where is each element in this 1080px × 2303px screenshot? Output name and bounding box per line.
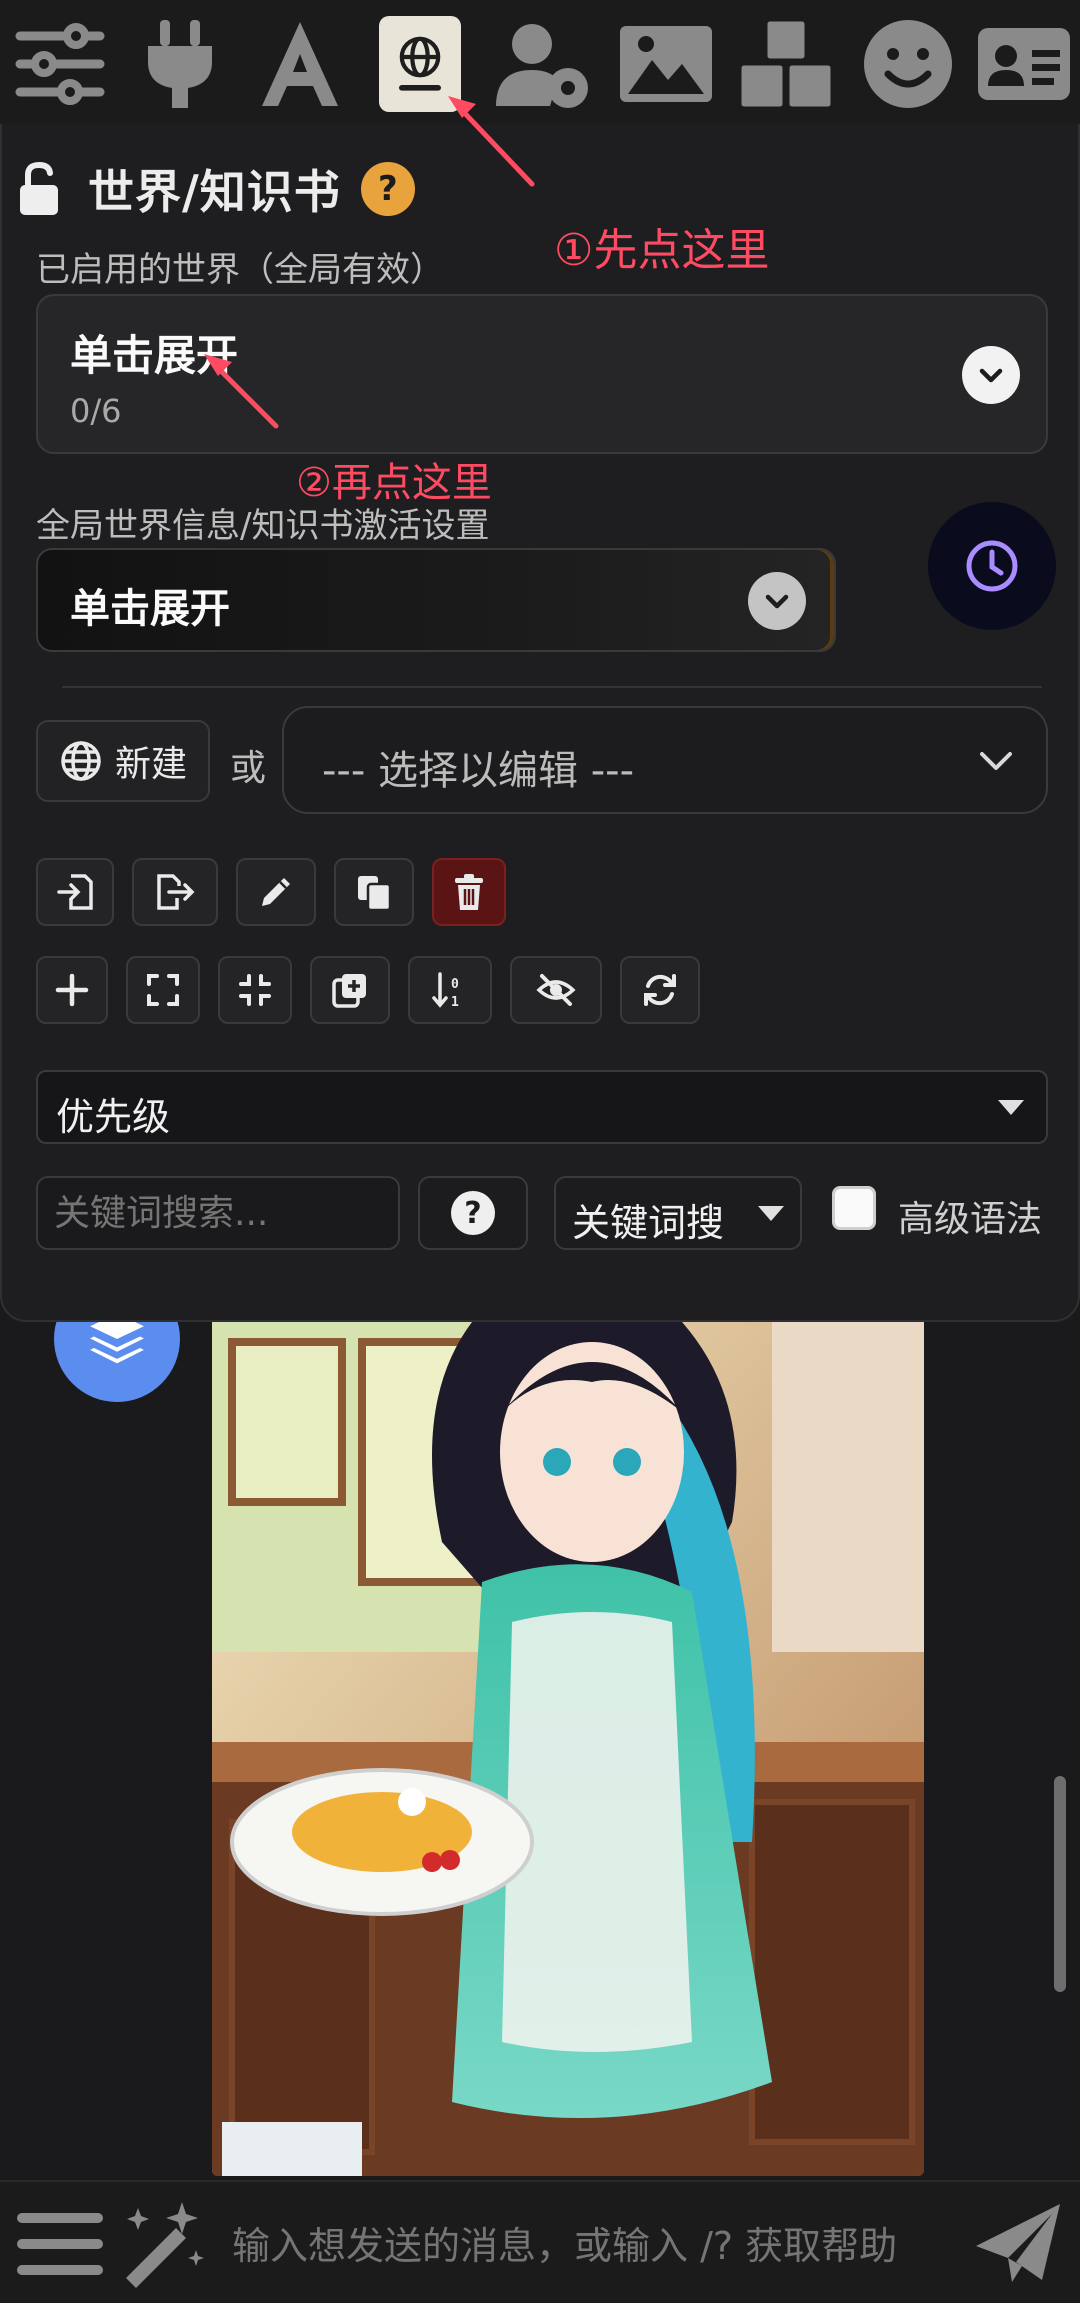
chevron-down-icon xyxy=(962,346,1020,404)
new-world-button[interactable]: 新建 xyxy=(36,720,210,802)
user-cog-icon[interactable] xyxy=(488,14,600,114)
svg-text:1: 1 xyxy=(451,995,459,1010)
compress-icon xyxy=(239,974,271,1006)
chevron-down-icon xyxy=(748,572,806,630)
book-globe-icon[interactable] xyxy=(364,14,476,114)
hide-button[interactable] xyxy=(510,956,602,1024)
cubes-icon[interactable] xyxy=(730,14,842,114)
sort-select-value: 优先级 xyxy=(56,1095,171,1139)
activation-settings-expander[interactable]: 单击展开 xyxy=(36,548,836,652)
image-icon[interactable] xyxy=(610,14,722,114)
search-help-button[interactable]: ? xyxy=(418,1176,528,1250)
annotation-step1: ①先点这里 xyxy=(554,225,770,276)
scrollbar-thumb[interactable] xyxy=(1054,1776,1066,1992)
font-icon[interactable] xyxy=(244,14,356,114)
activation-settings-toggle-text: 单击展开 xyxy=(70,586,230,632)
advanced-syntax-label: 高级语法 xyxy=(898,1199,1043,1240)
expand-all-button[interactable] xyxy=(126,956,200,1024)
magic-wand-icon[interactable] xyxy=(116,2198,208,2290)
active-worlds-expander[interactable]: 单击展开 0/6 xyxy=(36,294,1048,454)
plus-icon xyxy=(55,973,89,1007)
send-icon[interactable] xyxy=(972,2196,1064,2288)
world-select[interactable]: --- 选择以编辑 --- xyxy=(282,706,1048,814)
sort-order-button[interactable]: 01 xyxy=(408,956,492,1024)
collapse-all-button[interactable] xyxy=(218,956,292,1024)
export-icon xyxy=(157,874,195,910)
copy-icon xyxy=(358,876,392,912)
panel-title: 世界/知识书 xyxy=(88,165,341,219)
sliders-icon[interactable] xyxy=(4,14,116,114)
active-worlds-label: 已启用的世界（全局有效） xyxy=(36,250,444,290)
unlock-icon[interactable] xyxy=(16,161,62,217)
refresh-button[interactable] xyxy=(620,956,700,1024)
panel-header: 世界/知识书 ? xyxy=(16,154,415,224)
search-mode-value: 关键词搜 xyxy=(572,1201,725,1245)
or-text: 或 xyxy=(230,748,267,789)
import-icon xyxy=(57,874,93,910)
refresh-icon xyxy=(644,974,676,1006)
svg-text:0: 0 xyxy=(451,977,459,992)
add-entry-button[interactable] xyxy=(36,956,108,1024)
new-world-label: 新建 xyxy=(114,744,187,785)
timed-effects-button[interactable] xyxy=(928,502,1056,630)
chat-image[interactable] xyxy=(212,1322,924,2176)
import-button[interactable] xyxy=(36,858,114,926)
duplicate-button[interactable] xyxy=(334,858,414,926)
delete-button[interactable] xyxy=(432,858,506,926)
rename-button[interactable] xyxy=(236,858,316,926)
chevron-down-icon xyxy=(980,752,1012,770)
id-card-icon[interactable] xyxy=(968,14,1080,114)
menu-icon[interactable] xyxy=(14,2198,106,2290)
active-worlds-count: 0/6 xyxy=(70,392,122,430)
top-toolbar xyxy=(0,0,1080,124)
keyword-search-input[interactable] xyxy=(36,1176,400,1250)
trash-icon xyxy=(455,874,483,910)
advanced-syntax-checkbox[interactable] xyxy=(832,1186,876,1230)
sort-select[interactable]: 优先级 xyxy=(36,1070,1048,1144)
fill-memo-button[interactable] xyxy=(310,956,390,1024)
help-icon[interactable]: ? xyxy=(360,162,415,216)
annotation-step2: ②再点这里 xyxy=(296,460,492,506)
active-worlds-toggle-text: 单击展开 xyxy=(70,331,239,380)
world-tools-row xyxy=(36,858,506,926)
world-info-panel: 世界/知识书 ? 已启用的世界（全局有效） 单击展开 0/6 全局世界信息/知识… xyxy=(0,124,1080,1322)
expand-icon xyxy=(147,974,179,1006)
pencil-icon xyxy=(262,878,290,906)
globe-icon xyxy=(61,741,101,781)
message-input[interactable] xyxy=(232,2208,952,2284)
clock-icon xyxy=(966,540,1018,592)
bottom-input-bar xyxy=(0,2180,1080,2303)
sort-icon: 01 xyxy=(432,972,459,1010)
caret-down-icon xyxy=(758,1206,784,1221)
smile-icon[interactable] xyxy=(852,14,964,114)
search-mode-select[interactable]: 关键词搜 xyxy=(554,1176,802,1250)
divider xyxy=(62,686,1042,688)
entry-tools-row: 01 xyxy=(36,956,700,1024)
question-icon: ? xyxy=(451,1191,495,1235)
export-button[interactable] xyxy=(132,858,218,926)
caret-down-icon xyxy=(998,1100,1024,1115)
world-select-value: --- 选择以编辑 --- xyxy=(322,748,635,794)
copy-plus-icon xyxy=(332,974,366,1008)
plug-icon[interactable] xyxy=(124,14,236,114)
eye-slash-icon xyxy=(536,974,576,1006)
